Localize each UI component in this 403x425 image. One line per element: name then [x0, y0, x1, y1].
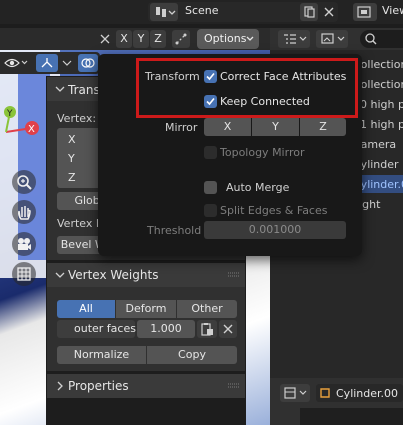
filter-icon[interactable]	[316, 30, 348, 48]
topology-mirror-checkbox[interactable]	[204, 146, 217, 159]
outliner-search-input[interactable]	[360, 30, 403, 48]
split-edges-faces-label[interactable]: Split Edges & Faces	[220, 204, 327, 217]
drag-handle-icon[interactable]	[227, 270, 241, 280]
mirror-z-toggle[interactable]: Z	[150, 30, 166, 48]
vertex-group-weight-field[interactable]: 1.000	[137, 320, 195, 338]
normalize-button[interactable]: Normalize	[57, 346, 146, 364]
popup-mirror-x[interactable]: X	[204, 118, 251, 136]
grid-ortho-icon[interactable]	[12, 262, 36, 286]
display-mode-icon[interactable]	[278, 30, 310, 48]
popup-mirror-z[interactable]: Z	[300, 118, 346, 136]
gizmo-toggle-icon[interactable]	[36, 54, 58, 72]
threshold-field[interactable]: 0.001000	[204, 221, 346, 239]
highlight-box	[136, 58, 358, 118]
split-edges-faces-checkbox[interactable]	[204, 204, 217, 217]
vertex-label: Vertex:	[57, 112, 97, 125]
correct-face-attributes-label[interactable]: Correct Face Attributes	[220, 70, 346, 83]
collapse-arrow-icon[interactable]	[55, 84, 65, 94]
copy-button[interactable]: Copy	[147, 346, 237, 364]
scene-icon[interactable]	[150, 3, 178, 21]
snap-icon[interactable]	[172, 30, 190, 48]
tab-deform[interactable]: Deform	[116, 300, 176, 318]
object-data-icon	[320, 388, 330, 398]
svg-text:Y: Y	[6, 109, 13, 119]
mirror-section-label: Mirror	[165, 121, 198, 134]
topology-mirror-label[interactable]: Topology Mirror	[220, 146, 304, 159]
tab-other[interactable]: Other	[177, 300, 237, 318]
keep-connected-checkbox[interactable]	[204, 95, 217, 108]
auto-merge-label[interactable]: Auto Merge	[226, 181, 289, 194]
object-name[interactable]: Cylinder.00	[336, 387, 398, 400]
remove-weight-icon[interactable]	[219, 320, 237, 338]
transform-pivot-icon[interactable]	[94, 30, 116, 48]
properties-panel-title: Properties	[68, 379, 129, 393]
copy-scene-icon[interactable]	[300, 3, 318, 21]
gizmo-dropdown-icon[interactable]	[60, 54, 74, 72]
vertex-z-label[interactable]: Z	[68, 171, 76, 184]
view-layer-icon[interactable]	[353, 3, 377, 21]
zoom-icon[interactable]	[12, 170, 36, 194]
checkmark-icon	[206, 72, 215, 81]
vertex-group-name-label: outer faces	[74, 322, 136, 335]
correct-face-attributes-checkbox[interactable]	[204, 70, 217, 83]
mirror-y-toggle[interactable]: Y	[133, 30, 149, 48]
delete-scene-icon[interactable]	[320, 3, 338, 21]
expand-arrow-icon[interactable]	[55, 381, 65, 391]
view-layer-label[interactable]: View	[382, 4, 403, 17]
keep-connected-label[interactable]: Keep Connected	[220, 95, 310, 108]
paste-weight-icon[interactable]	[197, 320, 217, 338]
properties-tab-strip	[300, 408, 403, 425]
threshold-label: Threshold	[147, 224, 202, 237]
svg-text:X: X	[28, 124, 35, 135]
drag-handle-icon[interactable]	[227, 381, 241, 391]
tab-all[interactable]: All	[57, 300, 115, 318]
search-icon	[365, 33, 377, 45]
checkmark-icon	[206, 97, 215, 106]
vertex-y-label[interactable]: Y	[68, 152, 75, 165]
popup-mirror-y[interactable]: Y	[252, 118, 299, 136]
chevron-down-icon	[245, 34, 255, 44]
camera-icon[interactable]	[12, 232, 36, 256]
mirror-x-toggle[interactable]: X	[116, 30, 132, 48]
scene-name-field[interactable]: Scene	[185, 4, 219, 17]
navigation-gizmo[interactable]: Y X	[0, 95, 50, 155]
vertex-x-label[interactable]: X	[68, 133, 76, 146]
collapse-arrow-icon[interactable]	[55, 270, 65, 280]
visibility-eye-icon[interactable]	[3, 54, 29, 72]
auto-merge-checkbox[interactable]	[204, 181, 217, 194]
transform-section-label: Transform	[145, 70, 200, 83]
options-label[interactable]: Options	[204, 32, 246, 45]
overlays-icon[interactable]	[78, 54, 98, 72]
properties-editor-type-icon[interactable]	[280, 384, 310, 402]
hand-pan-icon[interactable]	[12, 200, 36, 224]
vertex-weights-title: Vertex Weights	[68, 268, 159, 282]
